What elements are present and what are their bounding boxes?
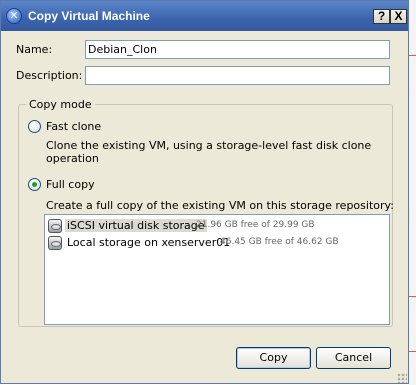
fast-clone-description: Clone the existing VM, using a storage-l…: [46, 139, 372, 165]
copy-mode-group-label: Copy mode: [26, 98, 95, 111]
fast-clone-label[interactable]: Fast clone: [46, 120, 101, 133]
description-label: Description:: [16, 69, 83, 82]
cancel-button[interactable]: Cancel: [316, 347, 391, 369]
storage-repository-list[interactable]: iSCSI virtual disk storage 21.96 GB free…: [44, 214, 390, 325]
close-button[interactable]: X: [390, 9, 407, 24]
copy-button[interactable]: Copy: [236, 347, 311, 369]
background-red-line: [409, 55, 416, 56]
storage-free-space: 46.45 GB free of 46.62 GB: [220, 237, 339, 247]
full-copy-description: Create a full copy of the existing VM on…: [46, 199, 394, 212]
name-label: Name:: [16, 43, 53, 56]
storage-name: iSCSI virtual disk storage: [65, 219, 207, 232]
storage-disk-icon: [48, 236, 62, 250]
background-red-line: [409, 351, 416, 352]
xen-app-icon: ✕: [6, 8, 22, 24]
resize-grip-icon[interactable]: [397, 373, 407, 383]
background-window-edge: [409, 0, 416, 385]
background-red-line: [409, 296, 416, 297]
fast-clone-radio[interactable]: [28, 120, 41, 133]
storage-free-space: 21.96 GB free of 29.99 GB: [196, 220, 315, 230]
storage-name: Local storage on xenserver01: [67, 236, 231, 249]
window-title: Copy Virtual Machine: [28, 9, 150, 23]
name-input[interactable]: [85, 40, 390, 59]
help-button[interactable]: ?: [373, 9, 390, 24]
storage-disk-icon: [48, 219, 62, 233]
description-input[interactable]: [85, 66, 390, 85]
full-copy-label[interactable]: Full copy: [46, 178, 95, 191]
full-copy-radio[interactable]: [28, 178, 41, 191]
copy-vm-dialog: ✕ Copy Virtual Machine ? X Name: Descrip…: [0, 0, 409, 384]
title-bar[interactable]: ✕ Copy Virtual Machine ? X: [1, 1, 408, 31]
